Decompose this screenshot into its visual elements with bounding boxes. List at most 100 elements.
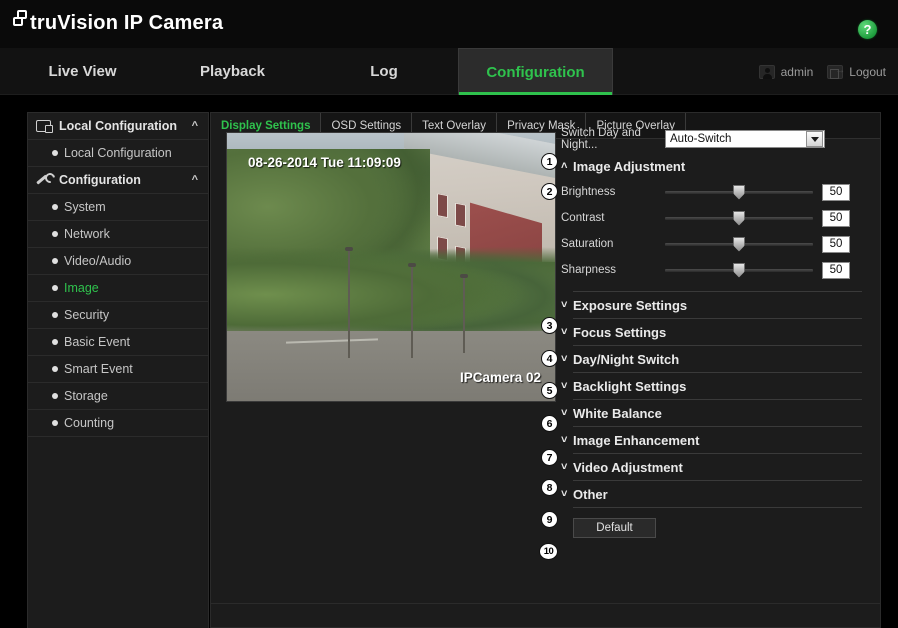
monitor-icon	[36, 119, 53, 133]
video-preview[interactable]: 08-26-2014 Tue 11:09:09 IPCamera 02	[226, 132, 556, 402]
settings-column: Switch Day and Night... Auto-Switch ˄ Im…	[561, 125, 866, 538]
section-white-balance[interactable]: ˅ White Balance	[561, 400, 866, 426]
sidebar-item-basic-event[interactable]: Basic Event	[28, 329, 208, 356]
slider-handle[interactable]	[733, 184, 745, 200]
sidebar-item-label: Video/Audio	[64, 254, 132, 268]
chevron-down-icon: ˅	[561, 380, 568, 392]
sidebar-item-label: Network	[64, 227, 110, 241]
wrench-icon	[36, 173, 52, 187]
help-question-icon[interactable]: ?	[858, 20, 877, 39]
slider-handle[interactable]	[733, 262, 745, 278]
switch-day-and-night-row: Switch Day and Night... Auto-Switch	[561, 125, 866, 153]
sidebar-item-label: Smart Event	[64, 362, 133, 376]
contrast-label: Contrast	[561, 212, 605, 224]
sidebar-item-label: Basic Event	[64, 335, 131, 349]
callout-3: 3	[541, 317, 558, 334]
sidebar-item-system[interactable]: System	[28, 194, 208, 221]
sidebar-item-label: Local Configuration	[64, 146, 172, 160]
sidebar: Local Configuration ^ Local Configuratio…	[27, 112, 209, 628]
user-avatar-icon	[758, 64, 775, 79]
section-day-night-switch[interactable]: ˅ Day/Night Switch	[561, 346, 866, 372]
bullet-icon	[52, 204, 58, 210]
nav-tab-configuration[interactable]: Configuration	[458, 48, 613, 95]
sharpness-slider[interactable]	[665, 262, 813, 278]
section-video-adjustment-title: Video Adjustment	[573, 459, 683, 475]
sidebar-item-smart-event[interactable]: Smart Event	[28, 356, 208, 383]
callout-7: 7	[541, 449, 558, 466]
section-other[interactable]: ˅ Other	[561, 481, 866, 507]
section-image-enhancement[interactable]: ˅ Image Enhancement	[561, 427, 866, 453]
bullet-icon	[52, 258, 58, 264]
slider-row-sharpness: Sharpness 50	[561, 257, 866, 283]
brand-title: truVision IP Camera	[30, 13, 223, 33]
logout-button[interactable]: Logout	[827, 64, 886, 79]
switch-day-and-night-select[interactable]: Auto-Switch	[665, 130, 825, 148]
chevron-down-icon[interactable]	[806, 131, 823, 147]
section-day-night-switch-title: Day/Night Switch	[573, 351, 680, 367]
chevron-down-icon: ˅	[561, 407, 568, 419]
sidebar-group-configuration[interactable]: Configuration ^	[28, 167, 208, 194]
video-lamp-post	[407, 262, 416, 359]
content-panel-footer	[210, 604, 881, 628]
section-video-adjustment[interactable]: ˅ Video Adjustment	[561, 454, 866, 480]
sidebar-item-image[interactable]: Image	[28, 275, 208, 302]
callout-10: 10	[539, 543, 558, 560]
logout-arrow-icon	[827, 64, 845, 79]
chevron-down-icon: ˅	[561, 461, 568, 473]
section-backlight-settings[interactable]: ˅ Backlight Settings	[561, 373, 866, 399]
section-backlight-settings-title: Backlight Settings	[573, 378, 687, 394]
switch-day-and-night-value: Auto-Switch	[670, 133, 732, 145]
section-focus-settings[interactable]: ˅ Focus Settings	[561, 319, 866, 345]
section-image-adjustment[interactable]: ˄ Image Adjustment	[561, 153, 866, 179]
slider-handle[interactable]	[733, 210, 745, 226]
chevron-down-icon: ˅	[561, 353, 568, 365]
sidebar-item-network[interactable]: Network	[28, 221, 208, 248]
section-exposure-settings-title: Exposure Settings	[573, 297, 688, 313]
brand-bar: truVision IP Camera ?	[0, 0, 898, 48]
nav-tab-live-view[interactable]: Live View	[10, 48, 155, 95]
callout-4: 4	[541, 350, 558, 367]
sidebar-item-counting[interactable]: Counting	[28, 410, 208, 437]
slider-handle[interactable]	[733, 236, 745, 252]
sidebar-group-local-configuration[interactable]: Local Configuration ^	[28, 113, 208, 140]
callout-1: 1	[541, 153, 558, 170]
sidebar-item-security[interactable]: Security	[28, 302, 208, 329]
sidebar-group-label: Configuration	[59, 173, 141, 187]
sidebar-item-label: Image	[64, 281, 99, 295]
saturation-slider[interactable]	[665, 236, 813, 252]
video-foreground-trees	[227, 240, 555, 332]
sidebar-item-local-configuration[interactable]: Local Configuration	[28, 140, 208, 167]
sharpness-label: Sharpness	[561, 264, 616, 276]
sidebar-item-label: Counting	[64, 416, 115, 430]
nav-tab-playback[interactable]: Playback	[155, 48, 310, 95]
slider-row-brightness: Brightness 50	[561, 179, 866, 205]
osd-camera-name: IPCamera 02	[459, 370, 541, 385]
video-lamp-post	[460, 273, 469, 353]
sidebar-item-label: Storage	[64, 389, 108, 403]
section-other-title: Other	[573, 486, 608, 502]
overlapping-squares-logo-icon	[12, 9, 32, 35]
callout-8: 8	[541, 479, 558, 496]
saturation-value[interactable]: 50	[822, 235, 850, 253]
section-focus-settings-title: Focus Settings	[573, 324, 667, 340]
section-image-adjustment-title: Image Adjustment	[573, 158, 686, 174]
sharpness-value[interactable]: 50	[822, 261, 850, 279]
bullet-icon	[52, 393, 58, 399]
page-body: Local Configuration ^ Local Configuratio…	[0, 95, 898, 628]
brand-title-suffix: IP Camera	[123, 12, 224, 34]
nav-tab-log[interactable]: Log	[310, 48, 458, 95]
chevron-down-icon: ˅	[561, 488, 568, 500]
brightness-value[interactable]: 50	[822, 183, 850, 201]
chevron-down-icon: ˅	[561, 326, 568, 338]
contrast-value[interactable]: 50	[822, 209, 850, 227]
section-image-enhancement-title: Image Enhancement	[573, 432, 700, 448]
default-button[interactable]: Default	[573, 518, 656, 538]
contrast-slider[interactable]	[665, 210, 813, 226]
sidebar-item-storage[interactable]: Storage	[28, 383, 208, 410]
divider	[573, 507, 862, 508]
sidebar-item-video-audio[interactable]: Video/Audio	[28, 248, 208, 275]
current-user-label: admin	[780, 64, 814, 79]
callout-5: 5	[541, 382, 558, 399]
brightness-slider[interactable]	[665, 184, 813, 200]
section-exposure-settings[interactable]: ˅ Exposure Settings	[561, 292, 866, 318]
